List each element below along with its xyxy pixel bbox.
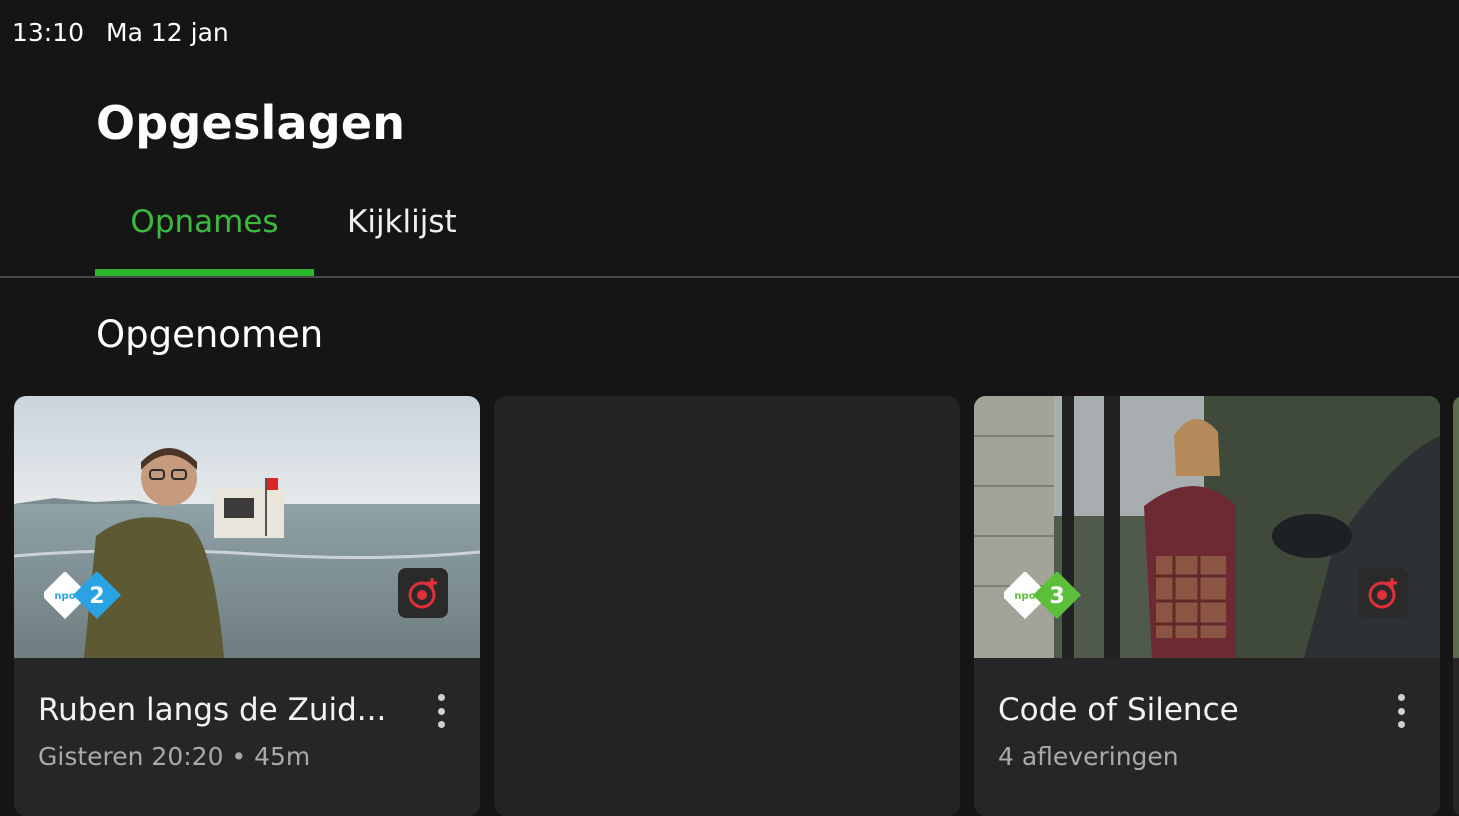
more-vertical-icon[interactable] bbox=[1388, 694, 1414, 728]
tab-divider bbox=[0, 276, 1459, 278]
recording-card-partial[interactable] bbox=[1453, 396, 1459, 816]
card-thumbnail: 3 npo bbox=[974, 396, 1440, 658]
svg-text:3: 3 bbox=[1049, 584, 1064, 609]
status-date: Ma 12 jan bbox=[106, 18, 229, 47]
svg-text:npo: npo bbox=[54, 591, 75, 602]
card-subtitle: Gisteren 20:20 • 45m bbox=[38, 742, 311, 771]
npo2-logo-icon: 2 npo bbox=[44, 572, 122, 620]
status-bar: 13:10 Ma 12 jan bbox=[12, 18, 229, 47]
recording-card[interactable]: 2 npo Ruben langs de Zuid... Gisteren 20… bbox=[14, 396, 480, 816]
tab-opnames[interactable]: Opnames bbox=[95, 196, 314, 276]
status-time: 13:10 bbox=[12, 18, 85, 47]
page-title: Opgeslagen bbox=[96, 96, 406, 150]
record-icon bbox=[398, 568, 448, 618]
card-thumbnail bbox=[1453, 396, 1459, 658]
section-title: Opgenomen bbox=[96, 313, 324, 356]
record-icon bbox=[1358, 568, 1408, 618]
tab-kijklijst[interactable]: Kijklijst bbox=[314, 196, 457, 276]
svg-text:2: 2 bbox=[89, 584, 104, 609]
tab-bar: Opnames Kijklijst bbox=[95, 196, 457, 276]
card-title: Ruben langs de Zuid... bbox=[38, 692, 387, 728]
recording-card[interactable]: 3 npo Code of Silence 4 afleveringen bbox=[974, 396, 1440, 816]
card-thumbnail: 2 npo bbox=[14, 396, 480, 658]
recording-card-placeholder[interactable] bbox=[494, 396, 960, 816]
more-vertical-icon[interactable] bbox=[428, 694, 454, 728]
npo3-logo-icon: 3 npo bbox=[1004, 572, 1082, 620]
svg-text:npo: npo bbox=[1014, 591, 1035, 602]
card-subtitle: 4 afleveringen bbox=[998, 742, 1179, 771]
card-title: Code of Silence bbox=[998, 692, 1239, 728]
